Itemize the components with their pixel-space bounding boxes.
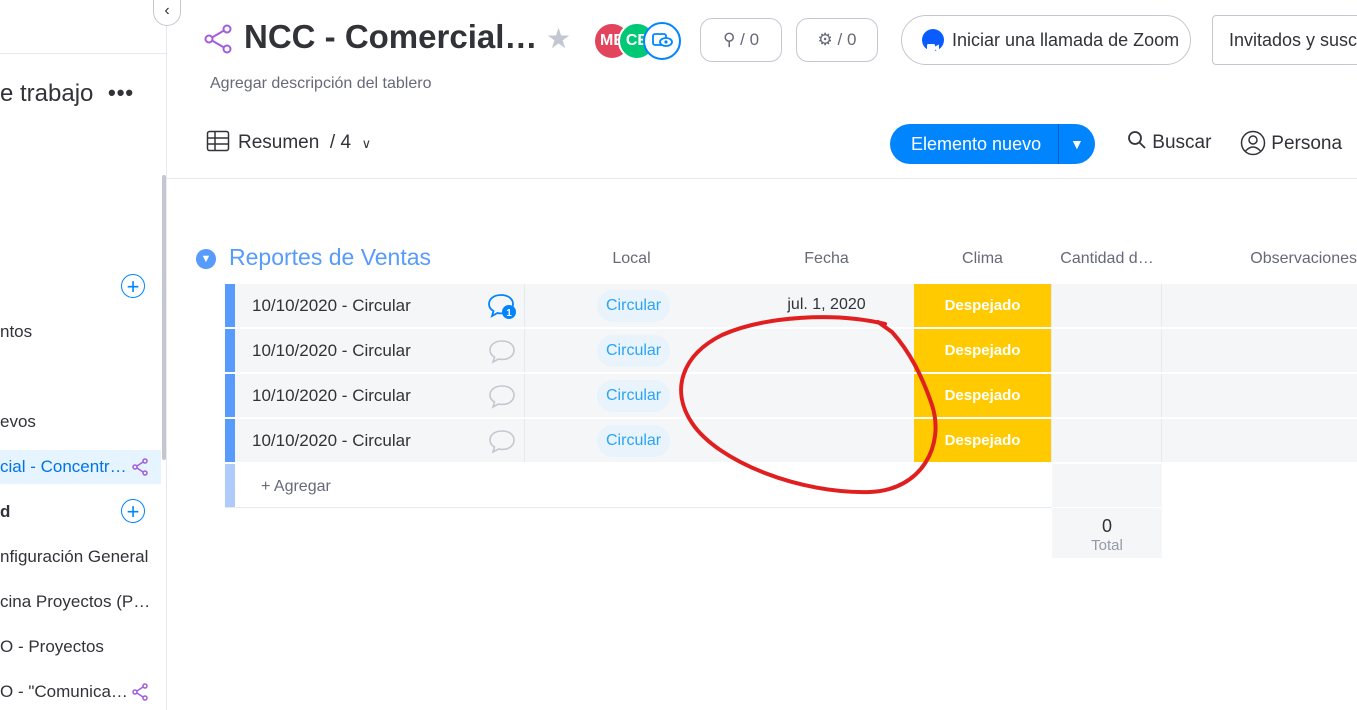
new-item-button[interactable]: Elemento nuevo ▼ [890, 124, 1095, 164]
watch-icon[interactable] [643, 22, 681, 60]
share-board-icon [204, 24, 232, 54]
divider [166, 178, 1357, 179]
board-title[interactable]: NCC - Comercial… [244, 18, 537, 56]
row-color-bar [225, 374, 235, 417]
cantidad-cell[interactable] [1052, 419, 1162, 462]
column-header-observaciones[interactable]: Observaciones [1162, 250, 1357, 268]
star-icon[interactable]: ★ [546, 22, 571, 55]
search-button[interactable]: Buscar [1127, 130, 1211, 154]
chevron-down-icon: ∨ [361, 136, 372, 151]
share-board-icon [132, 683, 148, 701]
automations-button[interactable]: ⚙ / 0 [796, 18, 878, 62]
item-name-cell[interactable]: 10/10/2020 - Circular 1 [235, 284, 525, 327]
sidebar-item-label: cial - Concentr… [0, 457, 127, 476]
row-color-bar [225, 419, 235, 462]
cantidad-cell[interactable] [1052, 284, 1162, 327]
add-update-chat-icon[interactable] [487, 337, 517, 365]
add-board-icon[interactable]: + [121, 274, 145, 298]
annotation-circle [679, 315, 938, 495]
person-icon [1240, 130, 1266, 156]
add-update-chat-icon[interactable] [487, 382, 517, 410]
collapse-sidebar-button[interactable]: ‹ [153, 0, 181, 26]
group-collapse-icon[interactable]: ▼ [196, 249, 216, 269]
board-description[interactable]: Agregar descripción del tablero [210, 75, 431, 93]
sidebar-item-5[interactable]: O - Proyectos [0, 630, 104, 664]
robot-icon: ⚙ [817, 30, 833, 49]
add-item-input[interactable]: + Agregar [261, 478, 331, 496]
cantidad-add-cell [1052, 464, 1162, 507]
workspace-title[interactable]: e trabajo [0, 80, 93, 108]
automations-count: / 0 [837, 30, 857, 49]
add-update-chat-icon[interactable] [487, 427, 517, 455]
column-header-cantidad[interactable]: Cantidad d… [1052, 250, 1162, 268]
new-item-label: Elemento nuevo [911, 134, 1042, 154]
updates-chat-icon[interactable]: 1 [487, 292, 517, 320]
column-header-local[interactable]: Local [560, 250, 703, 268]
share-board-icon [132, 458, 148, 476]
search-icon [1128, 131, 1146, 149]
chevron-down-icon[interactable]: ▼ [1070, 124, 1084, 164]
plug-icon: ⚲ [722, 30, 736, 49]
total-label: Total [1091, 537, 1123, 554]
sidebar-item-3[interactable]: nfiguración General [0, 540, 148, 574]
item-name: 10/10/2020 - Circular [252, 296, 411, 315]
cantidad-cell[interactable] [1052, 329, 1162, 372]
integrations-count: / 0 [740, 30, 760, 49]
observaciones-cell[interactable] [1162, 374, 1357, 417]
sidebar-item-4[interactable]: cina Proyectos (P… [0, 585, 150, 619]
row-color-bar [225, 284, 235, 327]
group-title[interactable]: Reportes de Ventas [229, 244, 431, 271]
row-color-bar [225, 329, 235, 372]
item-name-cell[interactable]: 10/10/2020 - Circular [235, 329, 525, 372]
item-name-cell[interactable]: 10/10/2020 - Circular [235, 374, 525, 417]
zoom-call-button[interactable]: Iniciar una llamada de Zoom [901, 15, 1191, 65]
zoom-call-label: Iniciar una llamada de Zoom [952, 30, 1180, 50]
sidebar-folder[interactable]: d [0, 495, 10, 529]
cantidad-summary[interactable]: 0 Total [1052, 508, 1162, 558]
workspace-more-icon[interactable]: ••• [108, 80, 134, 106]
sidebar: e trabajo ••• + ntos evos cial - Concent… [0, 0, 167, 710]
column-header-clima[interactable]: Clima [914, 250, 1051, 268]
divider [0, 53, 166, 54]
observaciones-cell[interactable] [1162, 329, 1357, 372]
sidebar-item-1[interactable]: ntos [0, 315, 32, 349]
observaciones-cell[interactable] [1162, 419, 1357, 462]
sidebar-item-2[interactable]: evos [0, 405, 36, 439]
search-label: Buscar [1152, 132, 1212, 153]
sidebar-item-6[interactable]: O - "Comunica… [0, 675, 128, 709]
observaciones-cell[interactable] [1162, 284, 1357, 327]
item-name: 10/10/2020 - Circular [252, 386, 411, 405]
sidebar-scrollbar[interactable] [162, 175, 166, 460]
person-label: Persona [1271, 133, 1343, 154]
integrations-button[interactable]: ⚲ / 0 [700, 18, 782, 62]
person-filter-button[interactable]: Persona [1240, 130, 1342, 156]
add-folder-icon[interactable]: + [121, 499, 145, 523]
total-value: 0 [1101, 516, 1112, 536]
item-name: 10/10/2020 - Circular [252, 431, 411, 450]
column-header-fecha[interactable]: Fecha [739, 250, 914, 268]
view-selector[interactable]: Resumen / 4 ∨ [206, 130, 371, 154]
view-count: / 4 [329, 132, 352, 153]
cantidad-cell[interactable] [1052, 374, 1162, 417]
updates-count: 1 [506, 308, 512, 319]
zoom-icon [922, 28, 944, 52]
view-label: Resumen [238, 132, 320, 153]
table-icon [206, 130, 230, 152]
item-name: 10/10/2020 - Circular [252, 341, 411, 360]
item-name-cell[interactable]: 10/10/2020 - Circular [235, 419, 525, 462]
row-color-bar [225, 464, 235, 507]
guests-button[interactable]: Invitados y suscr [1212, 15, 1357, 65]
